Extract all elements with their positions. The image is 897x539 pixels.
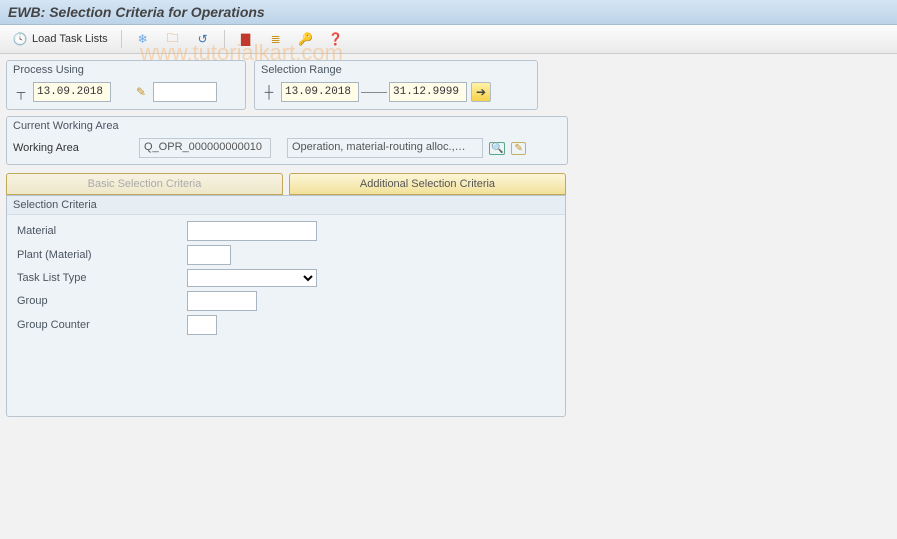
tool-icon-7[interactable]: ❓ (322, 28, 350, 50)
group-label: Group (17, 295, 187, 307)
tool-icon-6[interactable]: 🔑 (292, 28, 320, 50)
help-icon: ❓ (328, 31, 344, 47)
clock-execute-icon: 🕓 (12, 31, 28, 47)
tool-icon-3[interactable]: ↺ (189, 28, 217, 50)
page-title: EWB: Selection Criteria for Operations (0, 0, 897, 25)
load-task-lists-button[interactable]: 🕓 Load Task Lists (6, 28, 114, 50)
selection-range-group: Selection Range ┼ 13.09.2018 31.12.9999 … (254, 60, 538, 110)
snowflake-icon: ❄ (135, 31, 151, 47)
folder-icon: 🗀 (165, 31, 181, 47)
task-list-type-select[interactable] (187, 269, 317, 287)
plant-input[interactable] (187, 245, 231, 265)
material-input[interactable] (187, 221, 317, 241)
toolbar-separator (121, 30, 122, 48)
change-date-icon[interactable]: ✎ (133, 84, 149, 100)
tool-icon-2[interactable]: 🗀 (159, 28, 187, 50)
process-using-date-input[interactable]: 13.09.2018 (33, 82, 111, 102)
selection-range-title: Selection Range (255, 61, 537, 76)
range-from-input[interactable]: 13.09.2018 (281, 82, 359, 102)
working-area-edit-button[interactable]: ✎ (511, 142, 525, 155)
load-task-lists-label: Load Task Lists (32, 33, 108, 45)
group-input[interactable] (187, 291, 257, 311)
working-area-desc: Operation, material-routing alloc.,… (287, 138, 483, 158)
tool-icon-5[interactable]: ≣ (262, 28, 290, 50)
body-area: Process Using ┬ 13.09.2018 ✎ Selection R… (0, 54, 897, 423)
working-area-id: Q_OPR_000000000010 (139, 138, 271, 158)
group-counter-input[interactable] (187, 315, 217, 335)
range-to-input[interactable]: 31.12.9999 (389, 82, 467, 102)
selection-criteria-group: Selection Criteria Material Plant (Mater… (6, 195, 566, 417)
app-toolbar: 🕓 Load Task Lists ❄ 🗀 ↺ ▇ ≣ 🔑 ❓ (0, 25, 897, 54)
working-area-detail-button[interactable]: 🔍 (489, 142, 505, 155)
range-line (361, 92, 387, 93)
selection-criteria-title: Selection Criteria (7, 196, 565, 215)
tool-icon-1[interactable]: ❄ (129, 28, 157, 50)
process-using-title: Process Using (7, 61, 245, 76)
range-multiple-button[interactable]: ➔ (471, 82, 491, 102)
tool-icon-4[interactable]: ▇ (232, 28, 260, 50)
process-using-secondary-input[interactable] (153, 82, 217, 102)
task-list-type-label: Task List Type (17, 272, 187, 284)
hierarchy-icon[interactable]: ┬ (13, 84, 29, 100)
arrow-right-icon: ➔ (473, 84, 489, 100)
toolbar-separator (224, 30, 225, 48)
working-area-group: Current Working Area Working Area Q_OPR_… (6, 116, 568, 165)
group-counter-label: Group Counter (17, 319, 187, 331)
tab-additional-selection[interactable]: Additional Selection Criteria (289, 173, 566, 195)
process-using-group: Process Using ┬ 13.09.2018 ✎ (6, 60, 246, 110)
caret-icon: ≣ (268, 31, 284, 47)
key-icon: 🔑 (298, 31, 314, 47)
tab-basic-selection[interactable]: Basic Selection Criteria (6, 173, 283, 195)
working-area-title: Current Working Area (7, 117, 567, 132)
range-hierarchy-icon[interactable]: ┼ (261, 84, 277, 100)
undo-icon: ↺ (195, 31, 211, 47)
plant-label: Plant (Material) (17, 249, 187, 261)
working-area-label: Working Area (13, 142, 133, 154)
delete-icon: ▇ (238, 31, 254, 47)
material-label: Material (17, 225, 187, 237)
